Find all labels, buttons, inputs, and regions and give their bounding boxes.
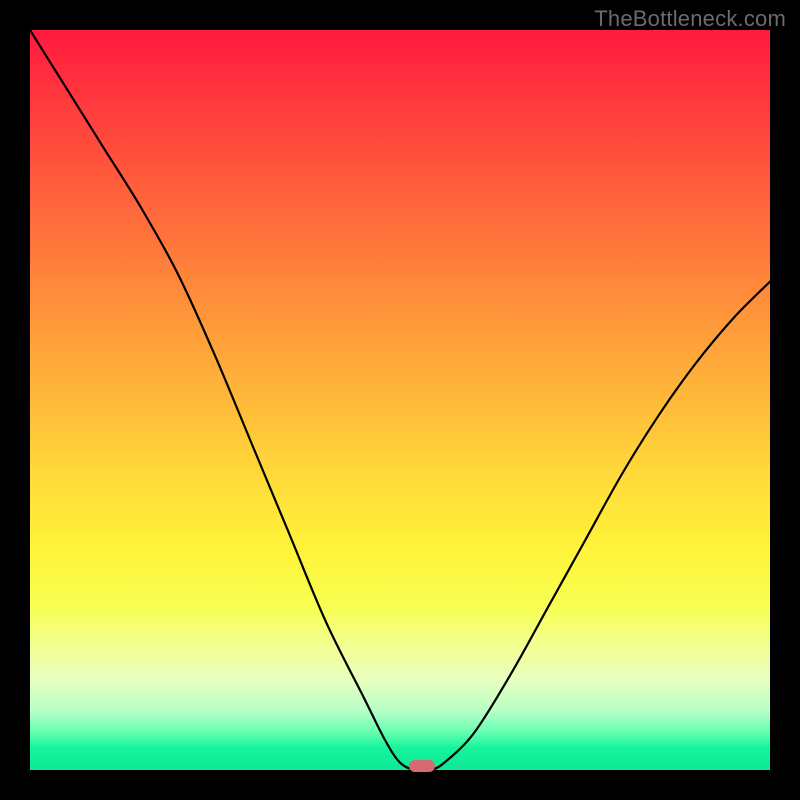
bottleneck-curve-path <box>30 30 770 770</box>
min-marker <box>409 760 435 772</box>
plot-area <box>30 30 770 770</box>
curve-svg <box>30 30 770 770</box>
chart-frame: TheBottleneck.com <box>0 0 800 800</box>
watermark-text: TheBottleneck.com <box>594 6 786 32</box>
